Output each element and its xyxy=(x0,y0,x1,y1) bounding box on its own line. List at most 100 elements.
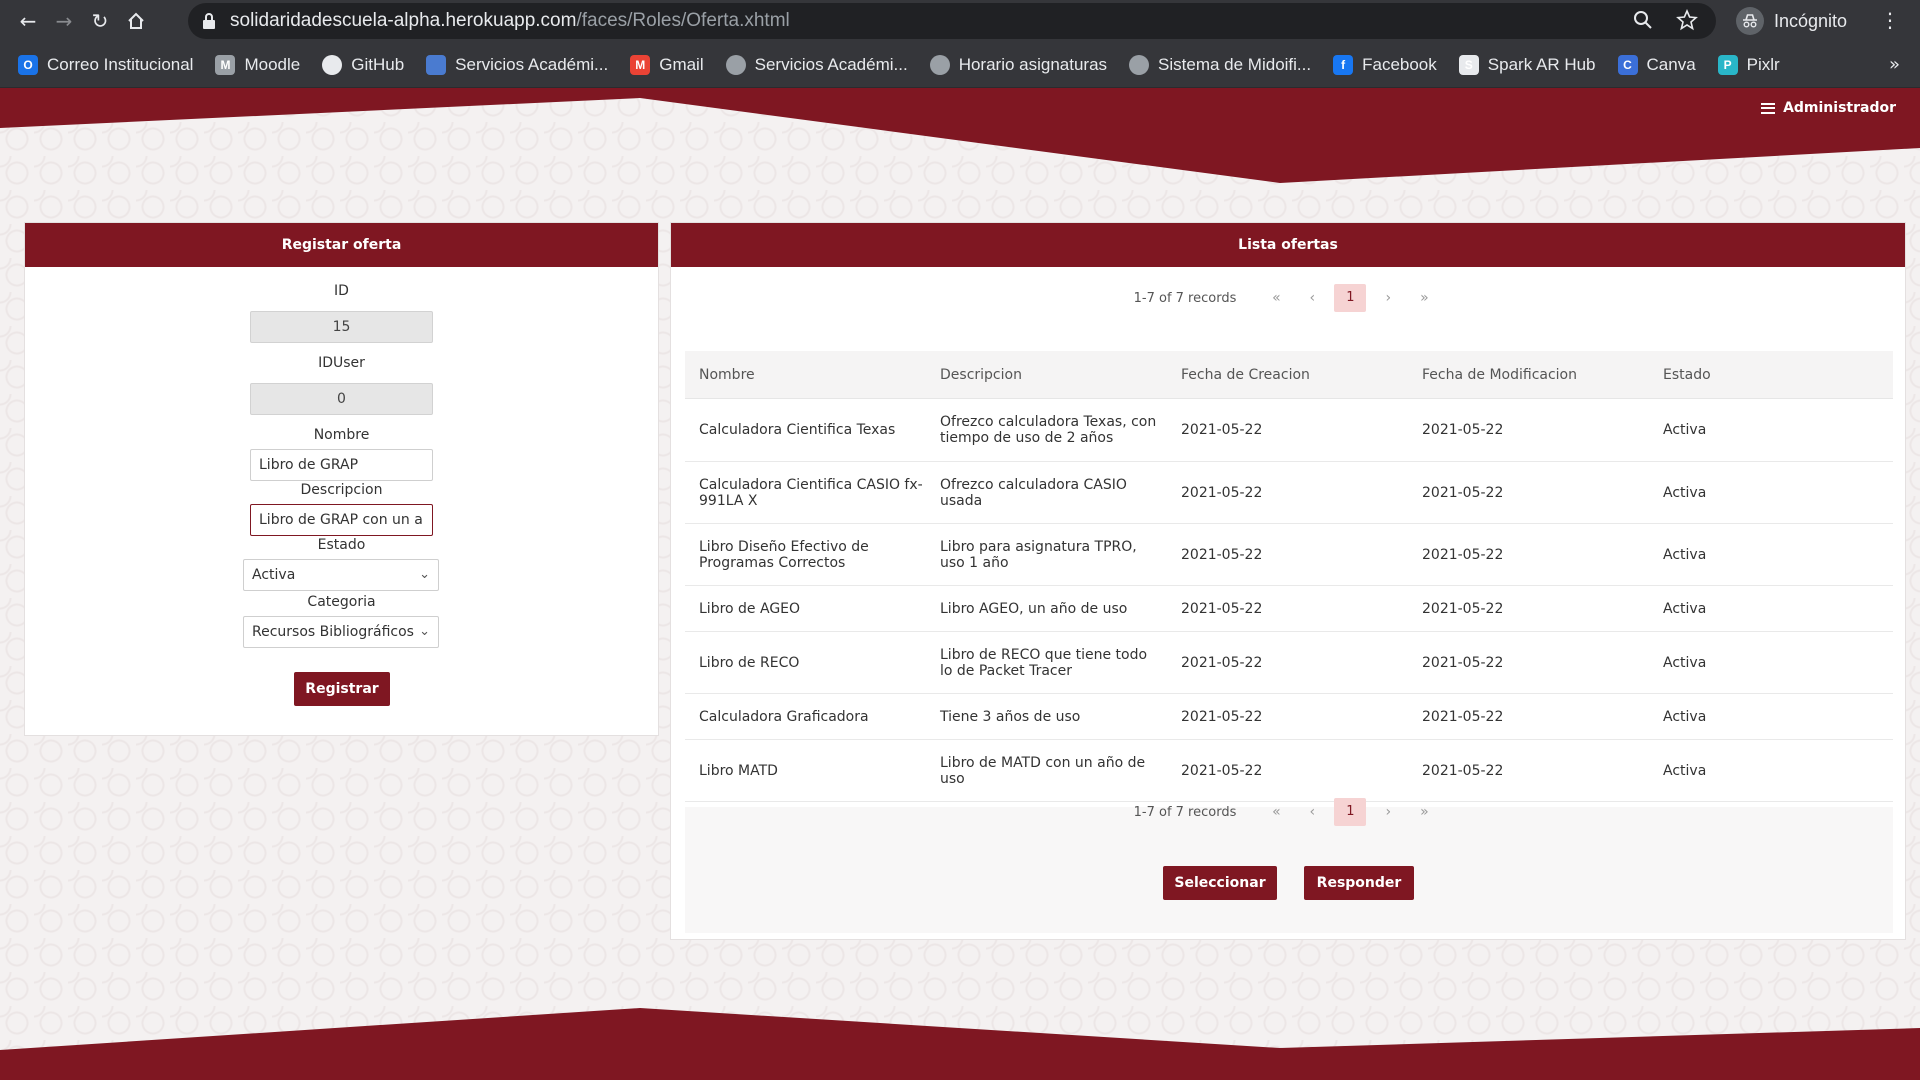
gmail-icon: M xyxy=(630,54,651,75)
table-row[interactable]: Libro de RECO Libro de RECO que tiene tod… xyxy=(685,632,1893,694)
menu-icon[interactable]: ⋮ xyxy=(1880,10,1900,30)
descripcion-input[interactable]: Libro de GRAP con un a xyxy=(250,504,433,536)
url-host: solidaridadescuela-alpha.herokuapp.com xyxy=(230,10,577,31)
cell-descripcion: Libro para asignatura TPRO, uso 1 año xyxy=(940,538,1137,571)
incognito-icon xyxy=(1736,7,1764,35)
bookmark-label: Facebook xyxy=(1362,54,1437,74)
bookmark-item[interactable]: M Gmail xyxy=(630,54,704,75)
reload-icon[interactable]: ↻ xyxy=(82,3,118,39)
cell-fecha-creacion: 2021-05-22 xyxy=(1181,546,1263,563)
page-number[interactable]: 1 xyxy=(1334,798,1367,826)
prev-page-icon[interactable]: ‹ xyxy=(1294,804,1330,820)
first-page-icon[interactable]: « xyxy=(1258,290,1294,306)
reply-button[interactable]: Responder xyxy=(1304,866,1414,900)
cell-fecha-modificacion: 2021-05-22 xyxy=(1422,422,1504,438)
bookmark-item[interactable]: C Canva xyxy=(1617,54,1696,75)
nombre-input[interactable]: Libro de GRAP xyxy=(250,449,433,481)
star-icon[interactable] xyxy=(1676,9,1698,31)
bookmark-label: Sistema de Midoifi... xyxy=(1158,54,1312,74)
cell-nombre: Calculadora Cientifica Texas xyxy=(699,422,896,438)
page-number[interactable]: 1 xyxy=(1334,284,1367,312)
records-label: 1-7 of 7 records xyxy=(1133,804,1237,820)
bookmark-item[interactable]: S Spark AR Hub xyxy=(1458,54,1596,75)
estado-label: Estado xyxy=(317,537,366,553)
table-row[interactable]: Calculadora Cientifica CASIO fx-991LA X O… xyxy=(685,462,1893,524)
outlook-icon: O xyxy=(18,54,38,75)
url-path: /faces/Roles/Oferta.xhtml xyxy=(576,10,790,31)
col-fecha-creacion[interactable]: Fecha de Creacion xyxy=(1167,367,1408,383)
incognito-profile[interactable]: Incógnito xyxy=(1736,4,1847,38)
next-page-icon[interactable]: › xyxy=(1370,804,1406,820)
table-row[interactable]: Calculadora Graficadora Tiene 3 años de u… xyxy=(685,694,1893,740)
globe-icon xyxy=(725,54,746,75)
forward-icon[interactable]: → xyxy=(46,3,82,39)
globe-icon xyxy=(929,54,950,75)
col-fecha-modificacion[interactable]: Fecha de Modificacion xyxy=(1408,367,1649,383)
bookmark-label: GitHub xyxy=(351,54,405,74)
offers-list-panel: Lista ofertas 1-7 of 7 records « ‹ 1 › »… xyxy=(670,222,1906,940)
categoria-select[interactable]: Recursos Bibliográficos ⌄ xyxy=(243,616,439,648)
cell-fecha-modificacion: 2021-05-22 xyxy=(1422,546,1504,563)
table-row[interactable]: Calculadora Cientifica Texas Ofrezco calc… xyxy=(685,399,1893,462)
bookmark-item[interactable]: f Facebook xyxy=(1333,54,1437,75)
first-page-icon[interactable]: « xyxy=(1258,804,1294,820)
zoom-icon[interactable] xyxy=(1632,9,1654,31)
table-row[interactable]: Libro Diseño Efectivo de Programas Corre… xyxy=(685,524,1893,586)
cell-estado: Activa xyxy=(1663,708,1707,725)
cell-fecha-creacion: 2021-05-22 xyxy=(1181,654,1263,671)
cell-descripcion: Ofrezco calculadora CASIO usada xyxy=(940,476,1127,509)
bookmark-item[interactable]: P Pixlr xyxy=(1717,54,1780,75)
bookmark-label: Spark AR Hub xyxy=(1487,54,1596,74)
cell-fecha-modificacion: 2021-05-22 xyxy=(1422,654,1504,671)
bookmark-item[interactable]: Servicios Académi... xyxy=(426,54,608,75)
register-button[interactable]: Registrar xyxy=(294,672,390,706)
bookmark-item[interactable]: M Moodle xyxy=(215,54,300,75)
cell-nombre: Calculadora Cientifica CASIO fx-991LA X xyxy=(699,476,923,509)
id-label: ID xyxy=(334,283,349,299)
select-button[interactable]: Seleccionar xyxy=(1163,866,1277,900)
cell-fecha-modificacion: 2021-05-22 xyxy=(1422,484,1504,501)
col-estado[interactable]: Estado xyxy=(1649,367,1893,383)
cell-descripcion: Libro de MATD con un año de uso xyxy=(940,754,1146,787)
paginator-bottom: 1-7 of 7 records « ‹ 1 › » xyxy=(671,797,1905,827)
bookmark-item[interactable]: GitHub xyxy=(322,54,405,75)
back-icon[interactable]: ← xyxy=(10,3,46,39)
bookmark-item[interactable]: O Correo Institucional xyxy=(18,54,194,75)
spark-ar-icon: S xyxy=(1458,54,1479,75)
address-bar[interactable]: solidaridadescuela-alpha.herokuapp.com/f… xyxy=(188,3,1716,39)
categoria-label: Categoria xyxy=(307,594,376,610)
page-icon xyxy=(426,54,447,75)
estado-select[interactable]: Activa ⌄ xyxy=(243,559,439,591)
cell-estado: Activa xyxy=(1663,654,1707,671)
bookmark-item[interactable]: Servicios Académi... xyxy=(725,54,908,75)
home-icon[interactable] xyxy=(118,3,154,39)
browser-toolbar: ← → ↻ solidaridadescuela-alpha.herokuapp… xyxy=(0,0,1920,42)
table-row[interactable]: Libro de AGEO Libro AGEO, un año de uso 20… xyxy=(685,586,1893,632)
bookmark-label: Correo Institucional xyxy=(47,54,194,74)
cell-nombre: Libro de AGEO xyxy=(699,600,801,617)
next-page-icon[interactable]: › xyxy=(1370,290,1406,306)
iduser-field: 0 xyxy=(250,383,433,415)
cell-fecha-modificacion: 2021-05-22 xyxy=(1422,762,1504,779)
admin-menu[interactable]: Administrador xyxy=(1761,100,1896,116)
cell-fecha-creacion: 2021-05-22 xyxy=(1181,484,1263,501)
col-nombre[interactable]: Nombre xyxy=(685,367,926,383)
admin-label: Administrador xyxy=(1783,100,1896,116)
bookmark-item[interactable]: Sistema de Midoifi... xyxy=(1129,54,1312,75)
table-row[interactable]: Libro MATD Libro de MATD con un año de us… xyxy=(685,740,1893,802)
bookmark-item[interactable]: Horario asignaturas xyxy=(929,54,1107,75)
cell-nombre: Libro MATD xyxy=(699,762,778,779)
pixlr-icon: P xyxy=(1717,54,1738,75)
lock-icon xyxy=(203,13,215,29)
last-page-icon[interactable]: » xyxy=(1406,804,1442,820)
canva-icon: C xyxy=(1617,54,1638,75)
prev-page-icon[interactable]: ‹ xyxy=(1294,290,1330,306)
cell-estado: Activa xyxy=(1663,600,1707,617)
last-page-icon[interactable]: » xyxy=(1406,290,1442,306)
offers-table: Nombre Descripcion Fecha de Creacion Fec… xyxy=(685,351,1893,802)
page-content: Administrador Registar oferta ID 15 IDUs… xyxy=(0,88,1920,1080)
cell-nombre: Libro de RECO xyxy=(699,654,800,671)
col-descripcion[interactable]: Descripcion xyxy=(926,367,1167,383)
bookmarks-overflow-icon[interactable]: » xyxy=(1889,54,1900,75)
table-header: Nombre Descripcion Fecha de Creacion Fec… xyxy=(685,351,1893,399)
